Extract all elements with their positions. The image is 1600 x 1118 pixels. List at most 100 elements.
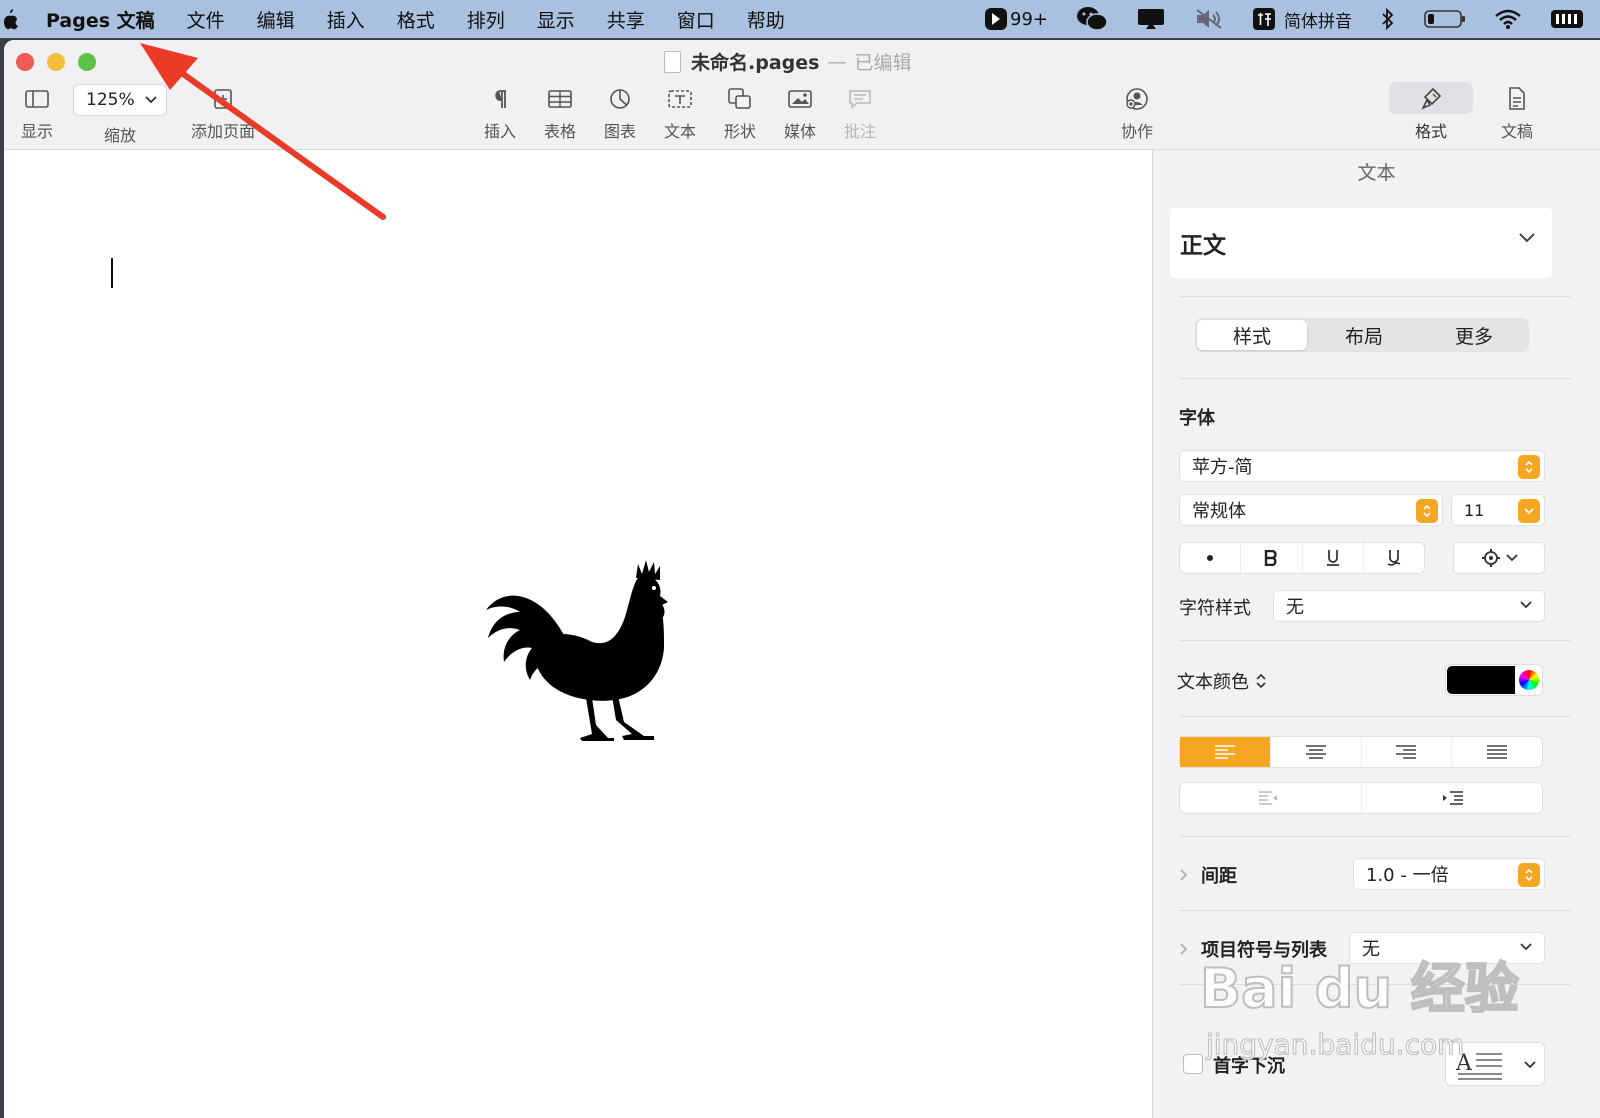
menu-edit[interactable]: 编辑 — [257, 6, 295, 33]
document-title[interactable]: 未命名.pages — 已编辑 — [664, 48, 911, 75]
advanced-options-button[interactable] — [1453, 542, 1545, 574]
view-button[interactable]: 显示 — [7, 84, 67, 142]
font-size-stepper[interactable] — [1518, 499, 1540, 523]
collaborate-button[interactable]: 协作 — [1107, 84, 1167, 142]
divider — [1179, 910, 1571, 911]
table-button[interactable]: 表格 — [530, 84, 590, 142]
menu-file[interactable]: 文件 — [187, 6, 225, 33]
color-wheel-icon[interactable] — [1519, 670, 1539, 690]
menu-window[interactable]: 窗口 — [677, 6, 715, 33]
char-style-label: 字符样式 — [1179, 598, 1251, 619]
text-color-label: 文本颜色 — [1177, 672, 1249, 693]
media-button[interactable]: 媒体 — [770, 84, 830, 142]
apple-icon[interactable] — [0, 8, 22, 30]
inspector-tabs: 样式 布局 更多 — [1195, 318, 1529, 352]
tab-layout[interactable]: 布局 — [1309, 318, 1419, 352]
volume-status[interactable] — [1194, 7, 1224, 31]
gear-icon — [1482, 549, 1500, 567]
menu-app-name[interactable]: Pages 文稿 — [46, 6, 155, 33]
font-weight-value: 常规体 — [1192, 501, 1246, 522]
table-label: 表格 — [543, 122, 576, 141]
wifi-status[interactable] — [1494, 8, 1522, 30]
pinyin-icon — [1253, 8, 1275, 30]
wechat-status[interactable] — [1076, 6, 1108, 32]
menu-arrange[interactable]: 排列 — [467, 6, 505, 33]
screen-mirror-status[interactable] — [1136, 7, 1166, 31]
battery-status[interactable] — [1424, 9, 1466, 29]
chevron-down-icon — [1520, 943, 1532, 951]
zoom-select[interactable]: 125% — [73, 84, 167, 116]
text-style-buttons — [1179, 542, 1425, 574]
spacing-select[interactable]: 1.0 - 一倍 — [1353, 858, 1545, 890]
text-color-well[interactable] — [1445, 664, 1543, 696]
text-box-button[interactable]: 文本 — [650, 84, 710, 142]
document-canvas[interactable] — [4, 150, 1152, 1118]
menu-share[interactable]: 共享 — [607, 6, 645, 33]
font-size-field[interactable]: 11 — [1451, 494, 1545, 526]
menu-help[interactable]: 帮助 — [747, 6, 785, 33]
spacing-disclosure[interactable]: 间距 — [1179, 862, 1237, 888]
input-method-status[interactable]: 简体拼音 — [1252, 7, 1352, 32]
volume-muted-icon — [1196, 9, 1222, 29]
chart-button[interactable]: 图表 — [590, 84, 650, 142]
strikethrough-button[interactable] — [1364, 543, 1424, 573]
rooster-image[interactable] — [474, 550, 684, 750]
decrease-indent-button[interactable] — [1180, 783, 1362, 813]
align-right-button[interactable] — [1362, 737, 1453, 767]
comment-button[interactable]: 批注 — [830, 84, 890, 142]
format-button[interactable]: 格式 — [1401, 84, 1461, 142]
edited-status: 已编辑 — [854, 52, 912, 74]
bold-icon — [1265, 550, 1278, 566]
font-family-select[interactable]: 苹方-简 — [1179, 450, 1545, 482]
align-center-button[interactable] — [1271, 737, 1362, 767]
document-label: 文稿 — [1500, 122, 1533, 141]
text-color-toggle[interactable]: 文本颜色 — [1177, 668, 1267, 694]
text-options-button[interactable] — [1180, 543, 1242, 573]
double-underline-icon — [1387, 550, 1401, 566]
spacing-value: 1.0 - 一倍 — [1366, 865, 1449, 886]
insert-button[interactable]: 插入 — [470, 84, 530, 142]
control-center-status[interactable] — [1550, 7, 1584, 31]
window-close-button[interactable] — [16, 53, 34, 71]
underline-icon — [1326, 550, 1339, 566]
menu-format[interactable]: 格式 — [397, 6, 435, 33]
align-left-button[interactable] — [1180, 737, 1271, 767]
shape-button[interactable]: 形状 — [710, 84, 770, 142]
increase-indent-button[interactable] — [1362, 783, 1543, 813]
collaborate-icon — [1126, 88, 1148, 110]
font-section-heading: 字体 — [1179, 408, 1215, 429]
up-down-chevron-icon — [1525, 868, 1533, 882]
bluetooth-status[interactable] — [1380, 7, 1396, 31]
menu-view[interactable]: 显示 — [537, 6, 575, 33]
dropcap-checkbox[interactable] — [1183, 1054, 1203, 1074]
divider — [1179, 640, 1571, 641]
text-color-swatch[interactable] — [1447, 666, 1515, 694]
chevron-right-icon — [1180, 869, 1188, 881]
add-page-button[interactable]: 添加页面 — [190, 84, 256, 142]
tab-style[interactable]: 样式 — [1197, 320, 1307, 350]
notification-badge[interactable]: 99+ — [984, 7, 1048, 31]
format-label: 格式 — [1414, 122, 1447, 141]
font-family-stepper[interactable] — [1518, 455, 1540, 479]
outdent-icon — [1259, 791, 1278, 805]
align-right-icon — [1396, 745, 1417, 759]
chevron-down-icon — [1520, 601, 1532, 609]
bold-button[interactable] — [1241, 543, 1303, 573]
divider — [1179, 378, 1571, 379]
document-icon — [664, 50, 681, 73]
up-down-chevron-icon — [1525, 460, 1533, 474]
spacing-label: 间距 — [1201, 866, 1237, 887]
document-button[interactable]: 文稿 — [1487, 84, 1547, 142]
menu-insert[interactable]: 插入 — [327, 6, 365, 33]
italic-underline-button[interactable] — [1303, 543, 1364, 573]
justify-button[interactable] — [1452, 737, 1542, 767]
char-style-select[interactable]: 无 — [1273, 590, 1545, 622]
window-minimize-button[interactable] — [47, 53, 65, 71]
window-zoom-button[interactable] — [78, 53, 96, 71]
font-weight-select[interactable]: 常规体 — [1179, 494, 1443, 526]
paragraph-style-select[interactable]: 正文 — [1170, 208, 1552, 278]
paintbrush-icon — [1421, 87, 1442, 110]
spacing-stepper[interactable] — [1518, 863, 1540, 887]
tab-more[interactable]: 更多 — [1419, 318, 1529, 352]
font-weight-stepper[interactable] — [1416, 499, 1438, 523]
